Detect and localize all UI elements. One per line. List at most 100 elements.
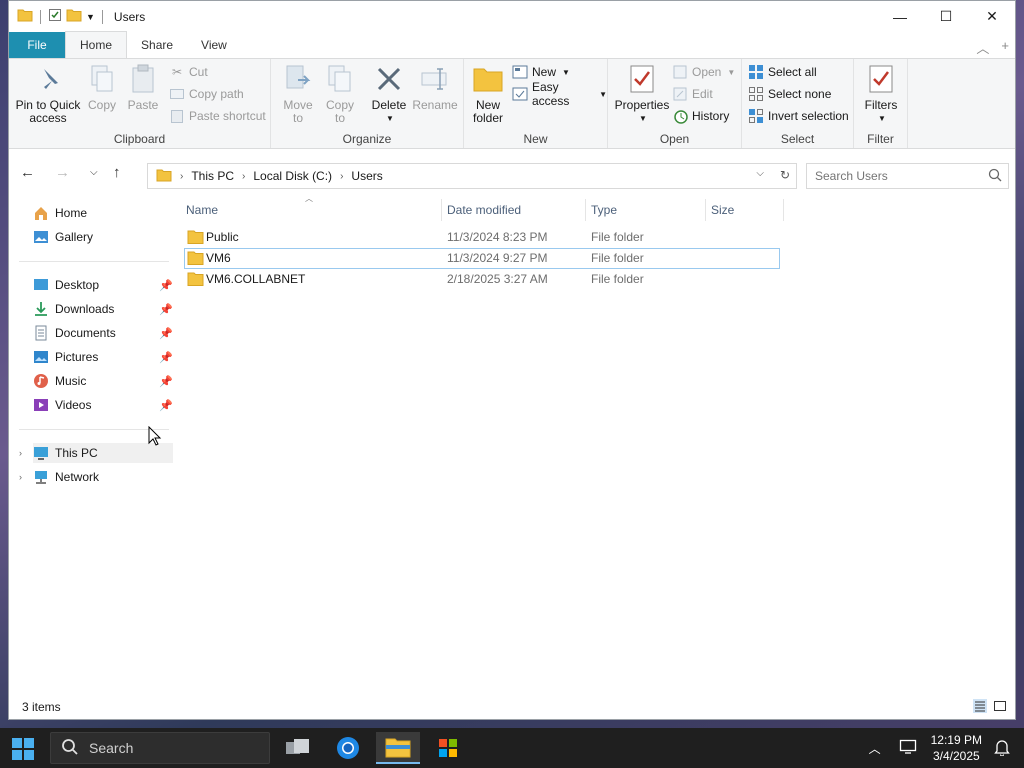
copy-path-button[interactable]: Copy path <box>169 84 244 104</box>
nav-item-pictures[interactable]: Pictures 📌 <box>33 347 173 367</box>
column-header-name[interactable]: Name <box>186 203 441 225</box>
pin-icon[interactable]: 📌 <box>159 399 173 412</box>
recent-locations-chevron-icon[interactable]: ⌵ <box>90 167 98 178</box>
nav-item-home[interactable]: Home <box>33 203 173 223</box>
tab-file[interactable]: File <box>9 32 65 58</box>
chrome-icon[interactable] <box>326 732 370 764</box>
select-all-button[interactable]: Select all <box>748 62 817 82</box>
store-app-icon[interactable] <box>426 732 470 764</box>
notification-bell-icon[interactable] <box>994 738 1010 759</box>
pin-icon[interactable]: 📌 <box>159 303 173 316</box>
properties-qat-icon[interactable] <box>48 8 62 25</box>
pin-icon[interactable]: 📌 <box>159 327 173 340</box>
delete-button[interactable]: Delete ▼ <box>369 63 409 125</box>
details-view-icon[interactable] <box>973 699 987 716</box>
nav-item-gallery[interactable]: Gallery <box>33 227 173 247</box>
folder-icon <box>187 230 204 247</box>
nav-item-music[interactable]: Music 📌 <box>33 371 173 391</box>
copy-to-icon <box>324 63 356 95</box>
address-bar[interactable]: › This PC › Local Disk (C:) › Users ⌵ ↻ <box>147 163 797 189</box>
tab-view[interactable]: View <box>187 32 241 58</box>
breadcrumb-chevron-icon[interactable]: › <box>340 171 343 182</box>
column-header-size[interactable]: Size <box>711 203 781 225</box>
file-row-selected[interactable]: VM6 11/3/2024 9:27 PM File folder <box>184 248 780 269</box>
properties-icon <box>626 63 658 95</box>
edit-button[interactable]: Edit <box>672 84 713 104</box>
home-icon <box>33 205 49 221</box>
properties-button[interactable]: Properties ▼ <box>614 63 670 125</box>
address-history-chevron-icon[interactable]: ⌵ <box>756 168 764 182</box>
up-arrow-icon[interactable]: ↑ <box>113 164 121 181</box>
file-name: VM6 <box>206 251 231 265</box>
open-group-label: Open <box>659 132 690 146</box>
copy-to-button[interactable]: Copy to <box>323 63 357 125</box>
file-row[interactable]: Public 11/3/2024 8:23 PM File folder <box>184 227 780 248</box>
breadcrumb-chevron-icon[interactable]: › <box>180 171 183 182</box>
back-arrow-icon[interactable]: ← <box>20 164 35 181</box>
minimize-ribbon-chevron-icon[interactable]: ︿ <box>976 38 989 57</box>
easy-access-button[interactable]: Easy access ▼ <box>512 80 607 108</box>
taskbar-search-box[interactable]: Search <box>50 732 270 764</box>
pin-icon[interactable]: 📌 <box>159 279 173 292</box>
help-plus-icon[interactable]: + <box>1001 38 1009 57</box>
pin-icon[interactable]: 📌 <box>159 375 173 388</box>
nav-item-videos[interactable]: Videos 📌 <box>33 395 173 415</box>
organize-group: Move to Copy to Delete ▼ Rename Organize <box>271 59 464 148</box>
start-button[interactable] <box>12 738 34 763</box>
search-input[interactable] <box>815 169 975 183</box>
file-date: 11/3/2024 8:23 PM <box>447 230 548 244</box>
qat-customize-chevron-icon[interactable]: ▼ <box>86 12 95 22</box>
file-explorer-taskbar-icon[interactable] <box>376 732 420 764</box>
refresh-icon[interactable]: ↻ <box>780 168 790 182</box>
column-header-date[interactable]: Date modified <box>447 203 585 225</box>
expand-chevron-icon[interactable]: › <box>19 472 22 482</box>
nav-item-network[interactable]: › Network <box>19 467 173 487</box>
documents-icon <box>33 325 49 341</box>
rename-icon <box>419 63 451 95</box>
paste-shortcut-button[interactable]: Paste shortcut <box>169 106 266 126</box>
move-to-button[interactable]: Move to <box>281 63 315 125</box>
copy-button[interactable]: Copy <box>85 63 119 112</box>
select-none-button[interactable]: Select none <box>748 84 831 104</box>
expand-chevron-icon[interactable]: › <box>19 448 22 458</box>
copy-path-icon <box>169 86 185 102</box>
history-button[interactable]: History <box>672 106 729 126</box>
nav-item-documents[interactable]: Documents 📌 <box>33 323 173 343</box>
new-folder-icon <box>472 63 504 95</box>
breadcrumb-local-disk[interactable]: Local Disk (C:) <box>253 169 332 183</box>
paste-button[interactable]: Paste <box>125 63 161 112</box>
network-status-icon[interactable] <box>899 739 917 758</box>
breadcrumb-chevron-icon[interactable]: › <box>242 171 245 182</box>
tab-share[interactable]: Share <box>127 32 187 58</box>
new-folder-qat-icon[interactable] <box>66 8 82 25</box>
pin-icon[interactable]: 📌 <box>159 351 173 364</box>
file-name: VM6.COLLABNET <box>206 272 306 286</box>
forward-arrow-icon[interactable]: → <box>55 164 70 181</box>
easy-access-icon <box>512 86 528 102</box>
pin-quick-access-button[interactable]: Pin to Quick access <box>15 63 81 125</box>
nav-item-desktop[interactable]: Desktop 📌 <box>33 275 173 295</box>
folder-icon <box>187 251 204 268</box>
search-box[interactable] <box>806 163 1009 189</box>
new-item-button[interactable]: New ▼ <box>512 62 570 82</box>
task-view-icon[interactable] <box>276 732 320 764</box>
tab-home[interactable]: Home <box>65 31 128 58</box>
breadcrumb-this-pc[interactable]: This PC <box>191 169 234 183</box>
open-button[interactable]: Open ▼ <box>672 62 735 82</box>
minimize-button[interactable]: — <box>877 1 923 32</box>
item-count: 3 items <box>22 700 61 714</box>
breadcrumb-users[interactable]: Users <box>351 169 382 183</box>
invert-selection-button[interactable]: Invert selection <box>748 106 849 126</box>
maximize-button[interactable]: ☐ <box>923 1 969 32</box>
new-folder-button[interactable]: New folder <box>470 63 506 125</box>
taskbar-clock[interactable]: 12:19 PM 3/4/2025 <box>931 732 982 764</box>
large-icons-view-icon[interactable] <box>993 699 1007 716</box>
nav-item-downloads[interactable]: Downloads 📌 <box>33 299 173 319</box>
rename-button[interactable]: Rename <box>412 63 458 112</box>
filters-button[interactable]: Filters ▼ <box>860 63 902 125</box>
file-row[interactable]: VM6.COLLABNET 2/18/2025 3:27 AM File fol… <box>184 269 780 290</box>
cut-button[interactable]: ✂ Cut <box>169 62 208 82</box>
show-hidden-icons-chevron-icon[interactable]: ︿ <box>869 740 881 757</box>
column-header-type[interactable]: Type <box>591 203 705 225</box>
close-button[interactable]: ✕ <box>969 1 1015 32</box>
